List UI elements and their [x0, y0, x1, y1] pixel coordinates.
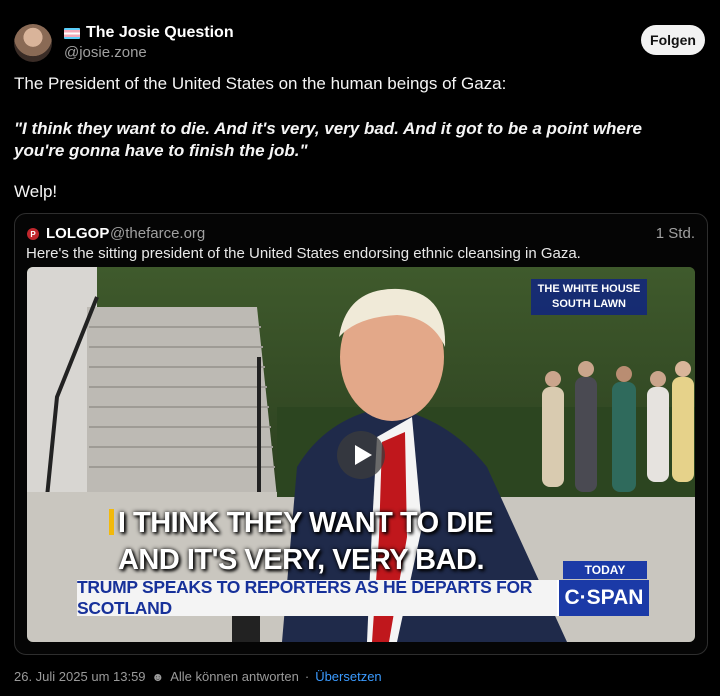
play-icon: [354, 445, 372, 465]
video-player[interactable]: THE WHITE HOUSE SOUTH LAWN I THINK THEY …: [27, 267, 695, 642]
author-display-name[interactable]: The Josie Question: [86, 24, 234, 42]
quoted-post-time: 1 Std.: [655, 225, 695, 242]
network-logo: C·SPAN: [557, 580, 649, 616]
reply-setting: Alle können antworten: [170, 669, 299, 684]
post-quote-text: "I think they want to die. And it's very…: [14, 119, 642, 160]
caption-line-1: I THINK THEY WANT TO DIE: [27, 507, 635, 540]
location-badge-line2: SOUTH LAWN: [552, 298, 626, 310]
caption-line-2: AND IT'S VERY, VERY BAD.: [117, 544, 485, 576]
post-closing-text: Welp!: [14, 182, 58, 201]
caption-line-1-text: I THINK THEY WANT TO DIE: [117, 507, 494, 539]
footer-separator: ·: [304, 669, 310, 684]
author-handle[interactable]: @josie.zone: [64, 44, 147, 61]
people-icon: ☻: [151, 669, 165, 684]
quoted-post-text: Here's the sitting president of the Unit…: [26, 245, 581, 262]
author-name-row[interactable]: The Josie Question: [64, 24, 234, 42]
quoted-author-avatar[interactable]: P: [27, 228, 39, 240]
post-footer: 26. Juli 2025 um 13:59 ☻ Alle können ant…: [14, 669, 382, 684]
post-timestamp[interactable]: 26. Juli 2025 um 13:59: [14, 669, 146, 684]
post: The Josie Question @josie.zone Folgen Th…: [0, 0, 720, 696]
follow-button[interactable]: Folgen: [641, 25, 705, 55]
location-badge-line1: THE WHITE HOUSE: [537, 283, 641, 295]
quoted-post-card[interactable]: P LOLGOP @thefarce.org 1 Std. Here's the…: [14, 213, 708, 655]
caption-accent-mark: [108, 509, 114, 535]
post-intro-text: The President of the United States on th…: [14, 74, 507, 93]
play-button[interactable]: [337, 431, 385, 479]
quoted-author-name[interactable]: LOLGOP: [46, 225, 109, 242]
news-chyron: TRUMP SPEAKS TO REPORTERS AS HE DEPARTS …: [77, 577, 557, 618]
author-avatar[interactable]: [14, 24, 52, 62]
today-badge: TODAY: [563, 561, 647, 579]
location-badge: THE WHITE HOUSE SOUTH LAWN: [531, 279, 647, 315]
quoted-author-handle[interactable]: @thefarce.org: [110, 225, 205, 242]
translate-link[interactable]: Übersetzen: [315, 669, 381, 684]
transgender-flag-icon: [64, 27, 80, 39]
